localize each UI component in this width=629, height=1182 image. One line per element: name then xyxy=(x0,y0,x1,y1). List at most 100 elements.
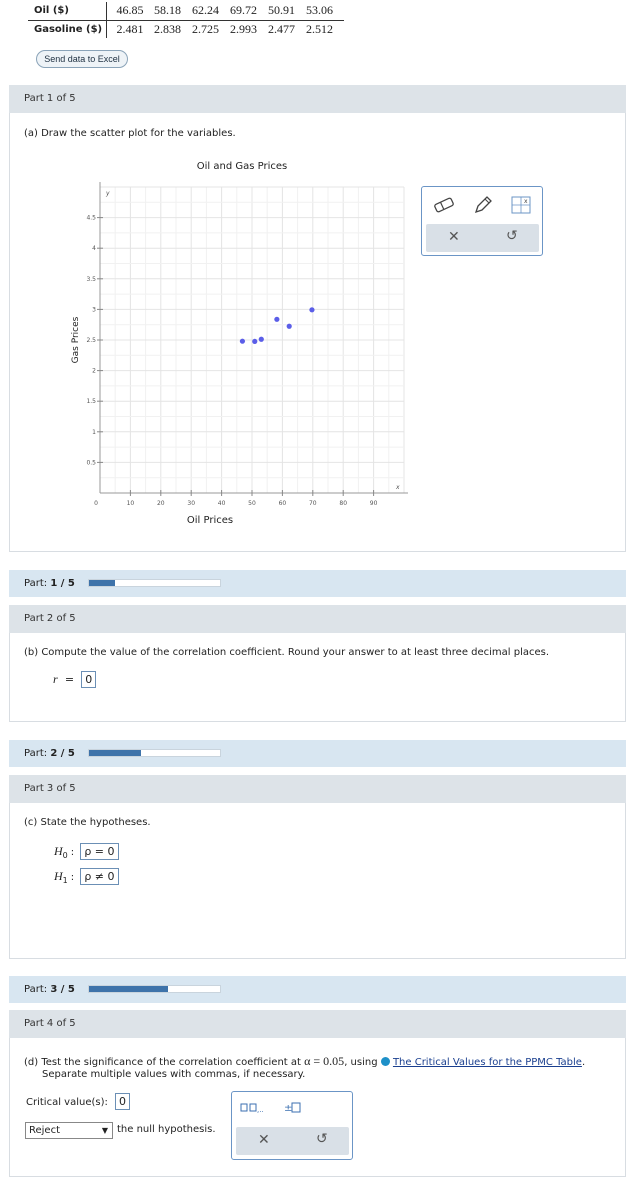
h1-colon: : xyxy=(70,872,75,883)
x-tick-label: 20 xyxy=(157,500,165,507)
answer-toolbox-actions: ✕ ↺ xyxy=(236,1127,349,1155)
part4-question-line2: Separate multiple values with commas, if… xyxy=(42,1069,306,1080)
part4-question-mid: , using xyxy=(344,1057,378,1068)
table-cell: 62.24 xyxy=(192,2,230,21)
dropdown-arrow-icon: ▼ xyxy=(101,1126,108,1135)
y-tick-label: 1.5 xyxy=(86,398,96,405)
table-cell: 2.993 xyxy=(230,21,257,36)
part4-header: Part 4 of 5 xyxy=(9,1010,626,1038)
part1-header: Part 1 of 5 xyxy=(9,85,626,113)
r-symbol: r xyxy=(53,672,58,686)
part2-progress-track xyxy=(88,749,221,757)
scatter-chart[interactable]: Oil and Gas Prices10 20 30 40 50 60 70 80 900.51… xyxy=(60,155,420,530)
decision-suffix: the null hypothesis. xyxy=(117,1124,216,1135)
plus-minus-icon[interactable]: ± xyxy=(284,1101,304,1115)
clear-icon[interactable]: ✕ xyxy=(448,229,460,245)
eraser-icon[interactable] xyxy=(432,195,456,215)
critical-value-input[interactable]: 0 xyxy=(115,1093,130,1110)
y-tick-label: 0.5 xyxy=(86,459,96,466)
h0-input[interactable]: ρ = 0 xyxy=(80,843,119,860)
x-axis-letter: x xyxy=(395,484,400,491)
table-cell: 69.72 xyxy=(230,2,268,21)
y-tick-label: 3.5 xyxy=(86,276,96,283)
svg-text:±: ± xyxy=(284,1103,292,1114)
h1-row: H1: ρ ≠ 0 xyxy=(54,868,119,885)
part3-progress-fill xyxy=(89,986,168,992)
part2-header: Part 2 of 5 xyxy=(9,605,626,633)
table-cell: 2.838 xyxy=(154,21,181,36)
h1-sub: 1 xyxy=(62,876,68,885)
data-table: Oil ($) 46.85 58.18 62.24 69.72 50.91 53… xyxy=(28,2,344,38)
ppmc-table-link[interactable]: The Critical Values for the PPMC Table xyxy=(393,1057,582,1068)
table-cell: 2.725 xyxy=(192,21,219,36)
h0-sub: 0 xyxy=(62,851,68,860)
table-cell: 2.512 xyxy=(306,21,333,36)
info-icon[interactable] xyxy=(380,1057,390,1066)
table-cell: 58.18 xyxy=(154,2,192,21)
x-tick-label: 70 xyxy=(309,500,317,507)
h1-input[interactable]: ρ ≠ 0 xyxy=(80,868,119,885)
y-tick-label: 3 xyxy=(92,306,96,313)
part1-progress-label: Part: 1 / 5 xyxy=(24,578,75,589)
chart-title: Oil and Gas Prices xyxy=(197,161,287,172)
list-values-icon[interactable]: ,... xyxy=(240,1102,264,1114)
part1-question: (a) Draw the scatter plot for the variab… xyxy=(24,128,236,139)
part2-progress-label: Part: 2 / 5 xyxy=(24,748,75,759)
answer-toolbox: ,... ± ✕ ↺ xyxy=(231,1091,353,1160)
h0-colon: : xyxy=(70,847,75,858)
part3-question: (c) State the hypotheses. xyxy=(24,817,151,828)
grid-resize-icon[interactable]: x xyxy=(510,195,532,215)
h0-row: H0: ρ = 0 xyxy=(54,843,119,860)
origin-label: 0 xyxy=(94,500,98,507)
y-tick-label: 2 xyxy=(92,368,96,375)
x-tick-label: 10 xyxy=(127,500,135,507)
table-row: Gasoline ($) 2.481 2.838 2.725 2.993 2.4… xyxy=(28,20,344,38)
x-tick-label: 90 xyxy=(370,500,378,507)
part4-question-suffix: . xyxy=(581,1057,586,1068)
part4-question: (d) Test the significance of the correla… xyxy=(24,1054,585,1069)
row-header-oil: Oil ($) xyxy=(28,2,107,21)
h1-label: H xyxy=(54,869,63,883)
table-cell: 53.06 xyxy=(306,2,344,21)
toolbox-actions: ✕ ↺ xyxy=(426,224,539,252)
svg-text:x: x xyxy=(524,198,528,205)
x-tick-label: 50 xyxy=(248,500,256,507)
table-cell: 46.85 xyxy=(106,2,154,21)
y-axis-label: Gas Prices xyxy=(71,316,81,363)
table-cell: 2.481 xyxy=(116,21,144,36)
part3-progress-track xyxy=(88,985,221,993)
send-to-excel-button[interactable]: Send data to Excel xyxy=(36,50,128,68)
x-tick-label: 30 xyxy=(187,500,195,507)
x-tick-label: 60 xyxy=(279,500,287,507)
data-point xyxy=(286,323,292,329)
clear-answer-icon[interactable]: ✕ xyxy=(258,1132,270,1148)
undo-icon[interactable]: ↺ xyxy=(506,228,518,244)
h0-label: H xyxy=(54,844,63,858)
svg-text:,...: ,... xyxy=(257,1106,264,1114)
decision-select[interactable]: Reject ▼ xyxy=(25,1122,113,1139)
part3-progress-label: Part: 3 / 5 xyxy=(24,984,75,995)
part2-progress-fill xyxy=(89,750,142,756)
data-point xyxy=(309,307,315,313)
equals-sign: = xyxy=(64,673,75,686)
table-row: Oil ($) 46.85 58.18 62.24 69.72 50.91 53… xyxy=(28,2,344,21)
y-tick-label: 1 xyxy=(92,429,96,436)
critical-value-label: Critical value(s): xyxy=(26,1097,108,1108)
undo-answer-icon[interactable]: ↺ xyxy=(316,1131,328,1147)
x-axis-label: Oil Prices xyxy=(187,515,233,526)
graph-toolbox: x ✕ ↺ xyxy=(421,186,543,256)
part4-question-prefix: (d) Test the significance of the correla… xyxy=(24,1057,301,1068)
y-tick-label: 4.5 xyxy=(86,215,96,222)
part3-header: Part 3 of 5 xyxy=(9,775,626,803)
x-tick-label: 40 xyxy=(218,500,226,507)
y-tick-label: 4 xyxy=(92,245,96,252)
data-point xyxy=(239,338,246,344)
r-input[interactable]: 0 xyxy=(81,671,97,688)
y-tick-label: 2.5 xyxy=(86,337,96,344)
alpha-value: α = 0.05 xyxy=(304,1054,345,1068)
data-point xyxy=(274,316,280,322)
pencil-icon[interactable] xyxy=(472,194,494,216)
data-point xyxy=(258,336,264,342)
y-axis-letter: y xyxy=(105,190,110,197)
part1-progress-track xyxy=(88,579,221,587)
